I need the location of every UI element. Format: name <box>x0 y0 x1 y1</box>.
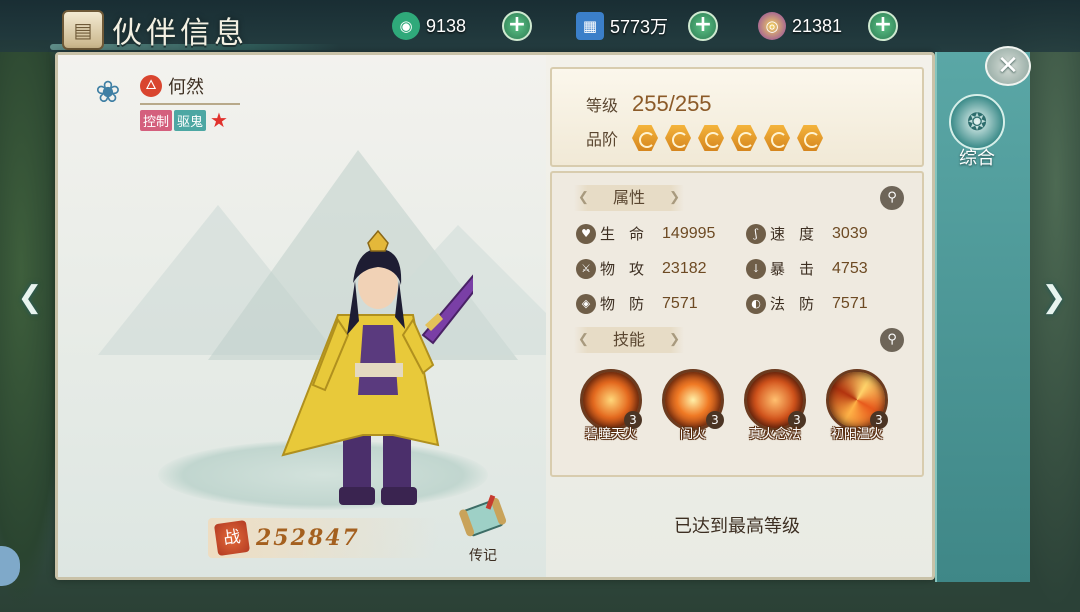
stat-speed: ʃ 速度 3039 <box>746 223 906 244</box>
stat-physical-defense: ◈ 物防 7571 <box>576 293 746 314</box>
hero-name: 何然 <box>168 77 204 98</box>
resource-gem: ◎ 21381 <box>758 10 842 42</box>
stat-value: 3039 <box>832 224 868 242</box>
stat-label: 生命 <box>600 225 659 243</box>
resource-jade: ◉ 9138 <box>392 10 466 42</box>
skills-section-title: 技能 <box>574 327 684 353</box>
skill-name: 碧瞳天火 <box>584 427 637 442</box>
resource-jade-value: 9138 <box>426 15 467 36</box>
level-value: 255/255 <box>632 91 712 116</box>
character-scene: ❀ 🜂 何然 控制 驱鬼 ★ 战 252847 传记 <box>58 55 546 577</box>
attributes-skills-panel: 属性 ⚲ ♥ 生命 149995 ʃ 速度 3039 ⚔ 物攻 23182 <box>550 171 924 477</box>
stat-hp: ♥ 生命 149995 <box>576 223 746 244</box>
add-gem-button[interactable]: + <box>868 11 898 41</box>
combat-power-icon: 战 <box>213 519 251 557</box>
stat-value: 149995 <box>662 224 716 242</box>
attributes-detail-magnifier-icon[interactable]: ⚲ <box>880 186 904 210</box>
info-column: 等级 255/255 品阶 属性 ⚲ ♥ <box>548 65 926 571</box>
top-bar: ▤ 伙伴信息 ◉ 9138 + ▦ 5773万 + ◎ 21381 + <box>0 0 1080 52</box>
skill-slot-3[interactable]: 3 真火念法 <box>742 369 808 442</box>
add-jade-button[interactable]: + <box>502 11 532 41</box>
grade-badge-icon <box>797 125 824 151</box>
boot-icon: ʃ <box>746 223 766 244</box>
book-icon: ▦ <box>576 12 604 40</box>
level-label: 等级 <box>586 96 619 115</box>
sword-icon: ⚔ <box>576 258 596 279</box>
star-icon: ★ <box>210 108 228 132</box>
gem-icon: ◎ <box>758 12 786 40</box>
skill-slot-4[interactable]: 3 初阳温火 <box>824 369 890 442</box>
stat-value: 4753 <box>832 259 868 277</box>
skill-name: 真火念法 <box>748 427 801 442</box>
biography-button[interactable]: 传记 <box>448 493 518 564</box>
grade-badge-icon <box>731 125 758 151</box>
book-stand-icon: ▤ <box>62 10 104 50</box>
skill-list: 3 碧瞳天火 3 阎火 3 真火念法 3 初阳温火 <box>578 369 890 442</box>
hero-character-model[interactable] <box>273 225 473 525</box>
biography-label: 传记 <box>469 548 497 564</box>
skill-slot-2[interactable]: 3 阎火 <box>660 369 726 442</box>
scroll-icon <box>459 494 507 537</box>
combat-power-display: 战 252847 <box>208 518 438 558</box>
heart-icon: ♥ <box>576 223 596 244</box>
stat-label: 物防 <box>600 295 659 313</box>
page-header: ▤ 伙伴信息 <box>62 8 248 52</box>
resource-gem-value: 21381 <box>792 15 843 36</box>
resource-silver-value: 5773万 <box>610 17 669 37</box>
attributes-section-title: 属性 <box>574 185 684 211</box>
max-level-notice: 已达到最高等级 <box>674 516 800 537</box>
grade-label: 品阶 <box>586 130 619 149</box>
skill-name: 初阳温火 <box>830 427 883 442</box>
stat-value: 7571 <box>662 294 698 312</box>
attribute-grid: ♥ 生命 149995 ʃ 速度 3039 ⚔ 物攻 23182 ↓ 暴击 47… <box>576 223 906 314</box>
hero-header: ❀ 🜂 何然 控制 驱鬼 ★ <box>88 73 240 132</box>
partner-info-panel: ❀ 🜂 何然 控制 驱鬼 ★ 战 252847 传记 等级 255/255 品阶… <box>55 52 935 580</box>
role-tag-exorcism: 驱鬼 <box>174 109 207 131</box>
resource-silver: ▦ 5773万 <box>576 10 668 42</box>
next-partner-arrow-icon[interactable]: ❯ <box>1036 280 1072 316</box>
previous-partner-arrow-icon[interactable]: ❮ <box>12 280 48 316</box>
combat-power-value: 252847 <box>256 525 360 551</box>
crit-icon: ↓ <box>746 258 766 279</box>
stat-label: 暴击 <box>770 260 829 278</box>
level-card: 等级 255/255 品阶 <box>550 67 924 167</box>
grade-badge-icon <box>764 125 791 151</box>
page-title: 伙伴信息 <box>112 16 248 51</box>
grade-badges <box>632 125 824 151</box>
add-silver-button[interactable]: + <box>688 11 718 41</box>
swirl-emblem-icon: ❂ <box>949 94 1005 150</box>
fire-element-icon: 🜂 <box>140 75 162 97</box>
stat-label: 速度 <box>770 225 829 243</box>
divider <box>140 103 240 105</box>
skills-detail-magnifier-icon[interactable]: ⚲ <box>880 328 904 352</box>
stat-physical-attack: ⚔ 物攻 23182 <box>576 258 746 279</box>
skill-slot-1[interactable]: 3 碧瞳天火 <box>578 369 644 442</box>
jade-coin-icon: ◉ <box>392 12 420 40</box>
role-tag-control: 控制 <box>140 109 173 131</box>
grade-badge-icon <box>632 125 659 151</box>
stat-crit: ↓ 暴击 4753 <box>746 258 906 279</box>
stat-value: 7571 <box>832 294 868 312</box>
magic-shield-icon: ◐ <box>746 293 766 314</box>
lotus-faction-icon: ❀ <box>95 75 121 110</box>
grade-badge-icon <box>698 125 725 151</box>
skill-name: 阎火 <box>679 427 706 442</box>
stat-magic-defense: ◐ 法防 7571 <box>746 293 906 314</box>
close-button[interactable]: ✕ <box>985 46 1031 86</box>
tab-overview-label: 综合 <box>959 148 995 169</box>
stat-value: 23182 <box>662 259 707 277</box>
grade-badge-icon <box>665 125 692 151</box>
tab-overview[interactable]: ❂ 综合 <box>946 94 1008 170</box>
shield-icon: ◈ <box>576 293 596 314</box>
stat-label: 法防 <box>770 295 829 313</box>
stat-label: 物攻 <box>600 260 659 278</box>
